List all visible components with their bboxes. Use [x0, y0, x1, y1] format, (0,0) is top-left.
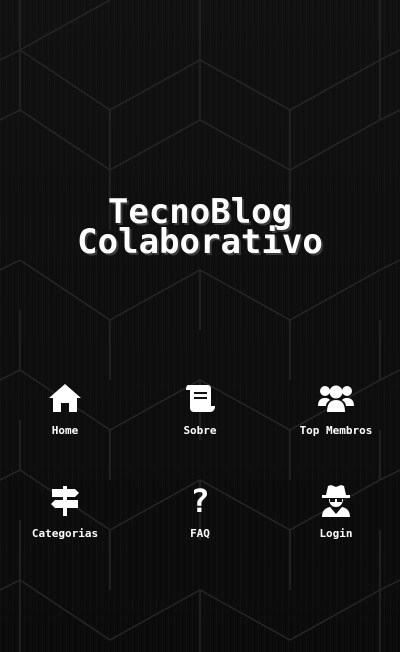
- nav-top-membros-label: Top Membros: [299, 424, 373, 437]
- scroll-icon: [180, 380, 220, 416]
- hexagon-background-pattern: [0, 0, 400, 652]
- users-icon: [316, 380, 356, 416]
- home-icon: [45, 380, 85, 416]
- signpost-icon: [45, 483, 85, 519]
- page: TecnoBlog Colaborativo Home Sobre Top Me…: [0, 0, 400, 652]
- nav-faq-label: FAQ: [190, 527, 210, 540]
- site-title-line-2: Colaborativo: [77, 222, 323, 262]
- nav-categorias-label: Categorias: [31, 527, 99, 540]
- nav-login-button[interactable]: Login: [276, 483, 396, 553]
- nav-categorias-button[interactable]: Categorias: [5, 483, 125, 553]
- nav-sobre-label: Sobre: [183, 424, 217, 437]
- nav-faq-button[interactable]: ? FAQ: [140, 483, 260, 553]
- nav-home-label: Home: [51, 424, 79, 437]
- user-secret-icon: [316, 483, 356, 519]
- question-icon: ?: [180, 483, 220, 519]
- question-glyph: ?: [190, 482, 210, 520]
- nav-home-button[interactable]: Home: [5, 380, 125, 450]
- nav-top-membros-button[interactable]: Top Membros: [276, 380, 396, 450]
- nav-sobre-button[interactable]: Sobre: [140, 380, 260, 450]
- nav-login-label: Login: [319, 527, 353, 540]
